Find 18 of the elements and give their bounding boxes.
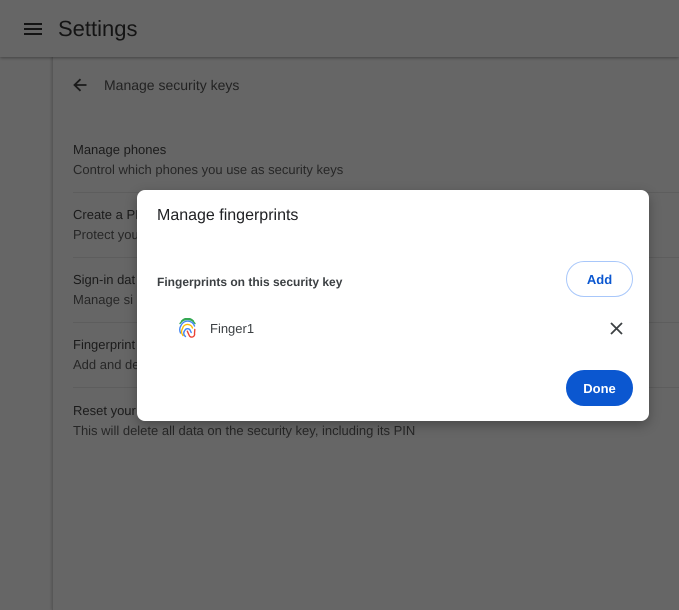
app-title: Settings <box>58 14 138 42</box>
setting-description: This will delete all data on the security key, including its PIN <box>73 422 416 440</box>
menu-icon[interactable] <box>24 22 42 34</box>
setting-description: Manage si <box>73 291 133 309</box>
close-icon[interactable] <box>610 322 623 334</box>
dialog-title: Manage fingerprints <box>157 206 298 226</box>
page-title: Manage security keys <box>104 77 240 93</box>
back-arrow-icon[interactable] <box>73 78 87 92</box>
setting-title[interactable]: Manage phones <box>73 140 166 160</box>
done-button[interactable]: Done <box>566 370 633 406</box>
fingerprint-icon <box>178 318 197 338</box>
setting-title[interactable]: Fingerprint <box>73 335 136 355</box>
setting-title[interactable]: Sign-in dat <box>73 270 136 290</box>
fingerprint-name: Finger1 <box>210 320 254 336</box>
section-label: Fingerprints on this security key <box>157 274 342 288</box>
setting-title[interactable]: Reset your <box>73 400 136 420</box>
add-button[interactable]: Add <box>566 261 633 297</box>
setting-description: Control which phones you use as security keys <box>73 161 344 179</box>
